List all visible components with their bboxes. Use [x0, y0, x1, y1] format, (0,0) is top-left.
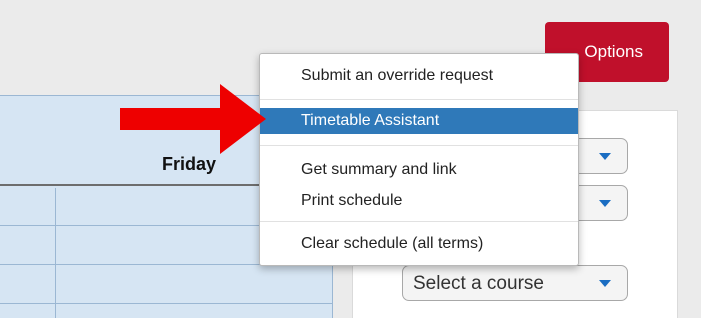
menu-item-print-schedule[interactable]: Print schedule	[260, 188, 578, 214]
calendar-row[interactable]	[0, 266, 333, 304]
menu-item-clear-schedule[interactable]: Clear schedule (all terms)	[260, 231, 578, 257]
red-arrow-icon	[120, 84, 266, 154]
menu-item-timetable-assistant[interactable]: Timetable Assistant	[260, 108, 578, 134]
course-select-value: Select a course	[413, 273, 544, 294]
menu-divider	[260, 145, 578, 146]
day-header-friday: Friday	[162, 154, 217, 174]
options-dropdown-menu: Submit an override request Timetable Ass…	[259, 53, 579, 266]
caret-down-icon	[599, 200, 611, 207]
menu-divider	[260, 221, 578, 222]
caret-down-icon	[599, 153, 611, 160]
caret-down-icon	[599, 280, 611, 287]
menu-item-submit-override[interactable]: Submit an override request	[260, 63, 578, 89]
menu-item-get-summary[interactable]: Get summary and link	[260, 157, 578, 183]
course-select[interactable]: Select a course	[402, 265, 628, 301]
menu-divider	[260, 99, 578, 100]
